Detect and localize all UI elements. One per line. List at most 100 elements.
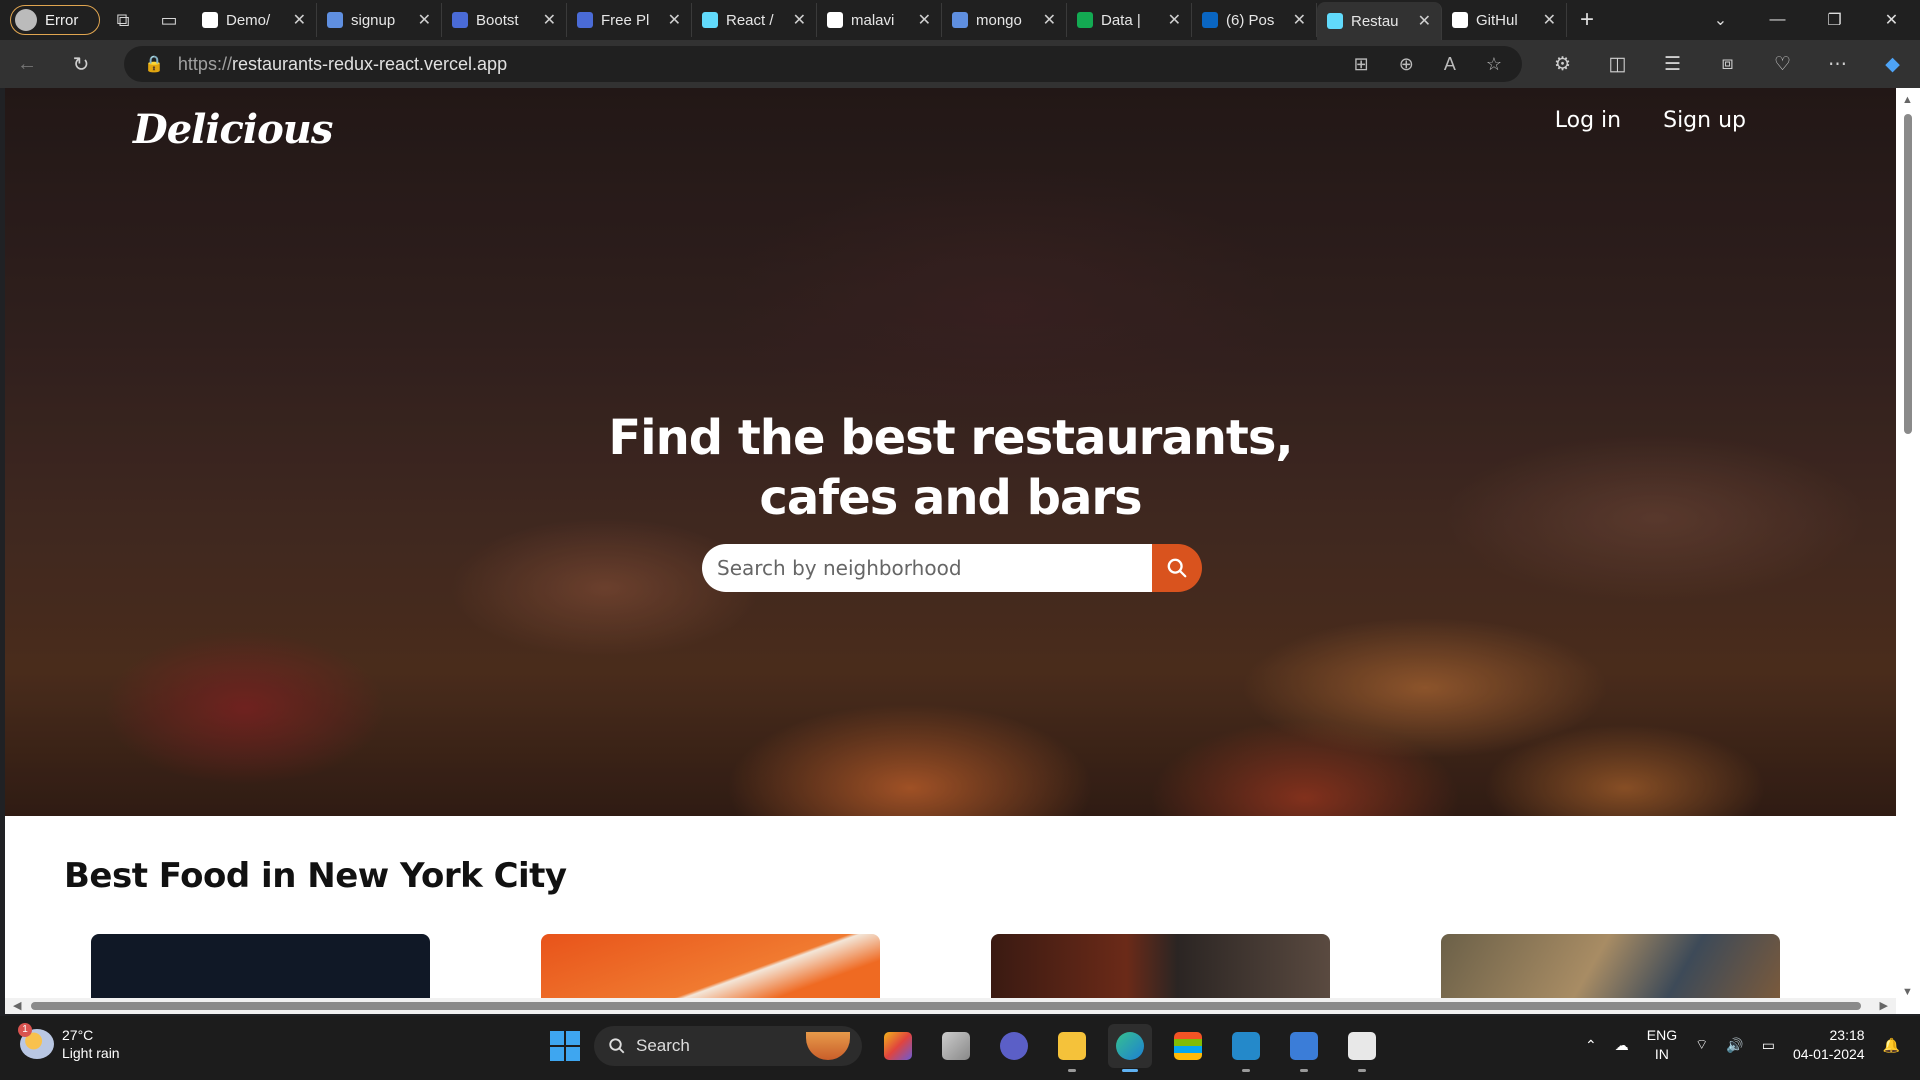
tray-overflow-chevron-icon[interactable]: ⌃ [1585,1037,1597,1054]
taskbar-search[interactable]: Search [594,1026,862,1066]
workspaces-icon[interactable]: ⧉ [100,0,146,40]
tab-title: Data | [1101,11,1141,29]
extensions-grid-icon[interactable]: ⊕ [1399,54,1414,75]
food-card-image[interactable] [91,934,430,998]
browser-tab[interactable]: Demo/ ✕ [192,3,317,37]
tab-title: malavi [851,11,895,29]
file-explorer-icon[interactable] [1050,1024,1094,1072]
close-tab-icon[interactable]: ✕ [918,10,931,30]
tab-strip: Demo/✕ signup ✕ Bootst ✕ Free Pl ✕ React / ✕ mala… [192,0,1567,40]
search-button[interactable] [1152,544,1202,592]
snipping-tool-icon[interactable] [1340,1024,1384,1072]
more-menu-icon[interactable]: ⋯ [1810,53,1865,76]
close-tab-icon[interactable]: ✕ [418,10,431,30]
edge-browser-icon[interactable] [1108,1024,1152,1072]
split-screen-icon[interactable]: ◫ [1590,53,1645,76]
browser-tab[interactable]: Bootst ✕ [442,3,567,37]
task-view-icon[interactable] [934,1024,978,1068]
tab-favicon-icon [452,12,468,28]
tab-title: Free Pl [601,11,650,29]
weather-badge: 1 [18,1023,32,1037]
favorites-icon[interactable]: ☰ [1645,53,1700,76]
start-button[interactable] [550,1031,580,1061]
favorite-star-icon[interactable]: ☆ [1486,54,1502,75]
scroll-down-icon[interactable]: ▼ [1902,986,1913,998]
close-tab-icon[interactable]: ✕ [668,10,681,30]
performance-icon[interactable]: ♡ [1755,53,1810,76]
tab-favicon-icon [1452,12,1468,28]
clock-date: 04-01-2024 [1792,1046,1865,1062]
profile-button[interactable]: Error [10,5,100,35]
extensions-icon[interactable]: ⚙ [1535,53,1590,76]
login-link[interactable]: Log in [1555,108,1621,133]
close-tab-icon[interactable]: ✕ [293,10,306,30]
collections-icon[interactable]: ⧈ [1700,53,1755,75]
refresh-button[interactable]: ↻ [54,52,108,77]
copilot-icon[interactable]: ◆ [1865,53,1920,76]
language-indicator[interactable]: ENG IN [1647,1026,1677,1064]
close-tab-icon[interactable]: ✕ [1418,11,1431,31]
browser-tab[interactable]: (6) Pos ✕ [1192,3,1317,37]
weather-icon: 1 [18,1023,54,1059]
wifi-icon[interactable]: ⌔ [1695,1036,1708,1054]
browser-tab[interactable]: signup ✕ [317,3,442,37]
close-tab-icon[interactable]: ✕ [793,10,806,30]
food-card-image[interactable] [541,934,880,998]
close-window-button[interactable]: ✕ [1863,0,1920,40]
copilot-app-icon[interactable] [876,1024,920,1068]
windows-taskbar: 1 27°C Light rain Search ⌃ ☁ ENG IN ⌔ 🔊 … [0,1016,1920,1080]
volume-icon[interactable]: 🔊 [1726,1037,1743,1054]
tab-list-chevron-icon[interactable]: ⌄ [1692,0,1749,40]
scroll-left-icon[interactable]: ◀ [13,999,21,1012]
browser-tab[interactable]: malavi ✕ [817,3,942,37]
scroll-up-icon[interactable]: ▲ [1902,94,1913,106]
microsoft-store-icon[interactable] [1166,1024,1210,1068]
browser-tab[interactable]: mongo ✕ [942,3,1067,37]
site-logo[interactable]: Delicious [133,106,333,153]
taskbar-apps: Search [550,1024,1384,1072]
browser-tab[interactable]: Free Pl ✕ [567,3,692,37]
browser-tab[interactable]: React / ✕ [692,3,817,37]
site-header: Delicious Log in Sign up [5,88,1896,168]
vertical-scroll-thumb[interactable] [1904,114,1912,434]
food-card-image[interactable] [991,934,1330,998]
people-app-icon[interactable] [1282,1024,1326,1072]
search-icon [609,1038,625,1054]
search-input[interactable] [702,544,1152,592]
url-bar[interactable]: 🔒 https:// restaurants-redux-react.verce… [124,46,1522,82]
tab-title: (6) Pos [1226,11,1275,29]
close-tab-icon[interactable]: ✕ [1293,10,1306,30]
new-tab-button[interactable]: + [1567,6,1607,34]
battery-icon[interactable]: ▭ [1762,1037,1775,1054]
onedrive-icon[interactable]: ☁ [1615,1037,1629,1054]
close-tab-icon[interactable]: ✕ [543,10,556,30]
browser-tab[interactable]: Data | ✕ [1067,3,1192,37]
vertical-scrollbar[interactable]: ▲ ▼ [1896,88,1920,1014]
scroll-right-icon[interactable]: ▶ [1880,999,1888,1012]
search-highlight-icon [806,1032,850,1060]
vscode-icon[interactable] [1224,1024,1268,1072]
close-tab-icon[interactable]: ✕ [1543,10,1556,30]
browser-tab[interactable]: GitHul ✕ [1442,3,1567,37]
signup-link[interactable]: Sign up [1663,108,1746,133]
restore-button[interactable]: ❐ [1806,0,1863,40]
teams-chat-icon[interactable] [992,1024,1036,1068]
neighborhood-search [702,544,1204,592]
apps-icon[interactable]: ⊞ [1354,54,1369,75]
food-card-image[interactable] [1441,934,1780,998]
close-tab-icon[interactable]: ✕ [1043,10,1056,30]
tab-favicon-icon [1077,12,1093,28]
weather-widget[interactable]: 1 27°C Light rain [18,1023,120,1062]
horizontal-scrollbar[interactable]: ◀ ▶ [5,998,1896,1014]
vertical-tabs-icon[interactable]: ▭ [146,0,192,40]
clock[interactable]: 23:18 04-01-2024 [1793,1026,1865,1064]
close-tab-icon[interactable]: ✕ [1168,10,1181,30]
horizontal-scroll-thumb[interactable] [31,1002,1861,1010]
notifications-bell-icon[interactable]: 🔔 [1883,1037,1900,1054]
minimize-button[interactable]: — [1749,0,1806,40]
url-bar-icons: ⊞ ⊕ A ☆ [1354,46,1502,82]
tab-title: Demo/ [226,11,271,29]
browser-tab[interactable]: Restau ✕ [1317,2,1442,40]
back-button[interactable]: ← [0,53,54,76]
read-aloud-icon[interactable]: A [1444,54,1456,75]
